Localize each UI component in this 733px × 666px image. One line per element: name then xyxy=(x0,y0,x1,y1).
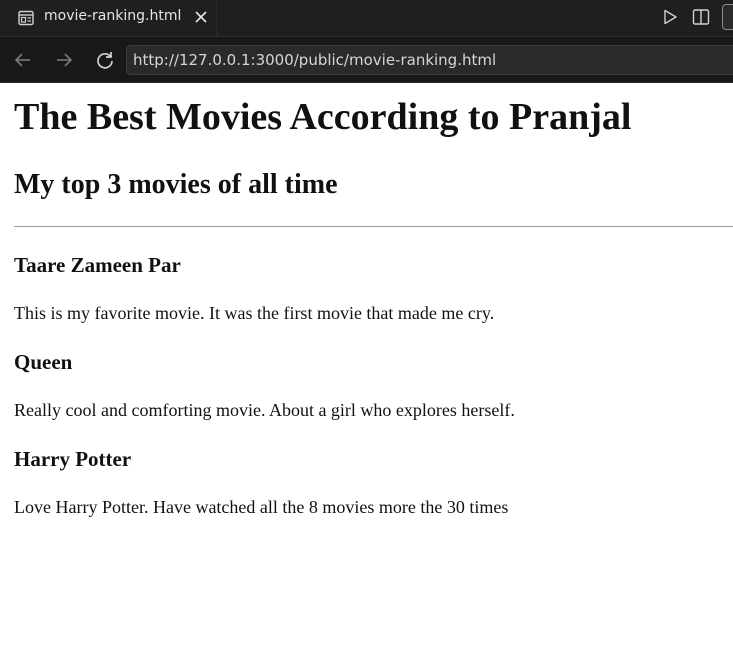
url-field[interactable]: http://127.0.0.1:3000/public/movie-ranki… xyxy=(126,45,733,75)
split-editor-icon[interactable] xyxy=(692,8,710,26)
preview-icon xyxy=(18,10,34,26)
movie-title: Harry Potter xyxy=(14,447,132,471)
close-icon[interactable] xyxy=(192,8,210,26)
tab-movie-ranking[interactable]: movie-ranking.html xyxy=(0,0,217,36)
page-content: The Best Movies According to Pranjal My … xyxy=(0,83,733,666)
play-icon[interactable] xyxy=(661,8,679,26)
movie-title: Taare Zameen Par xyxy=(14,253,181,277)
movie-description: This is my favorite movie. It was the fi… xyxy=(14,303,495,323)
navigation-bar: http://127.0.0.1:3000/public/movie-ranki… xyxy=(0,36,733,83)
page-title: The Best Movies According to Pranjal xyxy=(14,96,632,138)
tab-bar: movie-ranking.html xyxy=(0,0,733,36)
back-arrow-icon[interactable] xyxy=(13,50,33,70)
tab-title: movie-ranking.html xyxy=(44,8,182,24)
page-subtitle: My top 3 movies of all time xyxy=(14,169,338,200)
movie-description: Really cool and comforting movie. About … xyxy=(14,400,515,420)
forward-arrow-icon[interactable] xyxy=(54,50,74,70)
movie-description: Love Harry Potter. Have watched all the … xyxy=(14,497,509,517)
lock-icon[interactable] xyxy=(722,4,733,30)
horizontal-rule xyxy=(14,226,733,227)
movie-title: Queen xyxy=(14,350,73,374)
reload-icon[interactable] xyxy=(95,50,115,70)
